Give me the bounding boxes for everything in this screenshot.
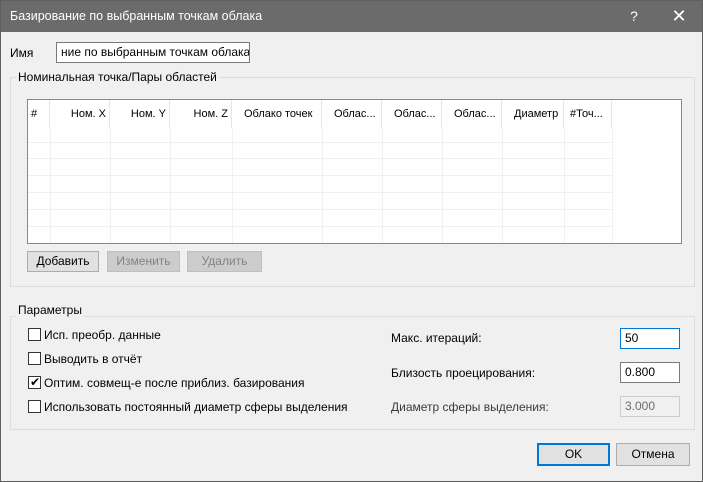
checkbox-box[interactable] bbox=[28, 400, 41, 413]
ok-button[interactable]: OK bbox=[537, 443, 610, 466]
sphere-diameter-input[interactable]: 3.000 bbox=[620, 396, 680, 417]
grid-line bbox=[502, 128, 503, 243]
col-header-diameter[interactable]: Диаметр bbox=[502, 100, 564, 128]
checkbox-box[interactable]: ✔ bbox=[28, 375, 41, 389]
col-header-region-3[interactable]: Облас... bbox=[442, 100, 502, 128]
grid-line bbox=[232, 128, 233, 243]
col-header-nom-z[interactable]: Ном. Z bbox=[170, 100, 232, 128]
projection-proximity-input[interactable]: 0.800 bbox=[620, 362, 680, 383]
grid-line bbox=[564, 128, 565, 243]
grid-line bbox=[442, 128, 443, 243]
grid-line bbox=[28, 192, 612, 193]
grid-line bbox=[50, 128, 51, 243]
sphere-diameter-label: Диаметр сферы выделения: bbox=[391, 400, 549, 414]
grid-line bbox=[612, 128, 613, 243]
col-header-nom-x[interactable]: Ном. X bbox=[50, 100, 110, 128]
projection-proximity-label: Близость проецирования: bbox=[391, 366, 536, 380]
col-header-nom-y[interactable]: Ном. Y bbox=[110, 100, 170, 128]
checkmark-icon: ✔ bbox=[30, 375, 41, 389]
name-input[interactable]: ние по выбранным точкам облака 1 bbox=[56, 42, 250, 63]
checkbox-box[interactable] bbox=[28, 328, 41, 341]
title-bar: Базирование по выбранным точкам облака ?… bbox=[1, 1, 702, 32]
dialog-window: Базирование по выбранным точкам облака ?… bbox=[0, 0, 703, 482]
add-button[interactable]: Добавить bbox=[27, 251, 99, 272]
delete-button[interactable]: Удалить bbox=[187, 251, 262, 272]
grid-line bbox=[28, 142, 612, 143]
grid-line bbox=[28, 209, 612, 210]
close-icon[interactable]: ✕ bbox=[656, 1, 702, 32]
edit-button[interactable]: Изменить bbox=[107, 251, 180, 272]
grid-line bbox=[322, 128, 323, 243]
max-iterations-label: Макс. итераций: bbox=[391, 331, 482, 345]
checkbox-box[interactable] bbox=[28, 352, 41, 365]
params-group-title: Параметры bbox=[16, 303, 84, 317]
help-icon[interactable]: ? bbox=[611, 1, 657, 32]
grid-line bbox=[382, 128, 383, 243]
grid-line bbox=[110, 128, 111, 243]
grid-line bbox=[170, 128, 171, 243]
name-label: Имя bbox=[10, 46, 34, 60]
col-header-region-2[interactable]: Облас... bbox=[382, 100, 442, 128]
cancel-button[interactable]: Отмена bbox=[616, 443, 690, 466]
table-header: # Ном. X Ном. Y Ном. Z Облако точек Обла… bbox=[28, 100, 681, 128]
max-iterations-input[interactable]: 50 bbox=[620, 328, 680, 349]
grid-line bbox=[28, 226, 612, 227]
col-header-region-1[interactable]: Облас... bbox=[322, 100, 382, 128]
col-header-index[interactable]: # bbox=[28, 100, 50, 128]
pairs-group-title: Номинальная точка/Пары областей bbox=[16, 70, 219, 84]
window-title: Базирование по выбранным точкам облака bbox=[10, 9, 263, 23]
grid-line bbox=[28, 175, 612, 176]
grid-line bbox=[28, 158, 612, 159]
col-header-cloud[interactable]: Облако точек bbox=[232, 100, 322, 128]
col-header-points[interactable]: #Точ... bbox=[564, 100, 612, 128]
pairs-table[interactable]: # Ном. X Ном. Y Ном. Z Облако точек Обла… bbox=[27, 99, 682, 244]
